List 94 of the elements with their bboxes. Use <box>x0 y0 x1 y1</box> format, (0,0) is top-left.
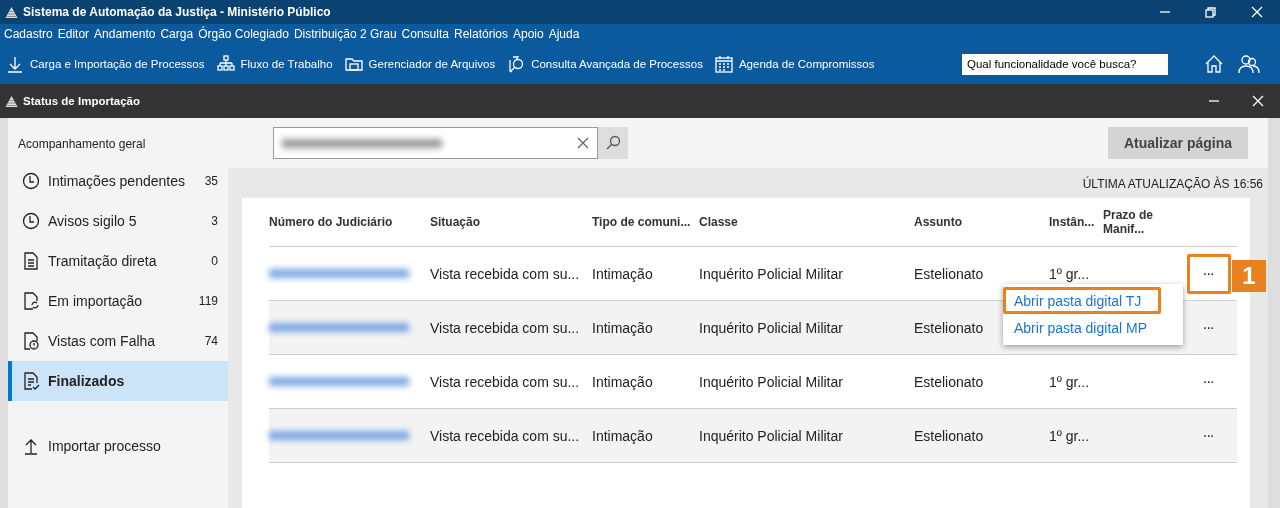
item-count: 0 <box>211 254 218 268</box>
table-cell: 1º gr... <box>1049 265 1090 282</box>
item-label: Vistas com Falha <box>48 333 156 349</box>
menu-item[interactable]: Andamento <box>94 27 161 41</box>
sidebar-item[interactable]: Tramitação direta 0 <box>8 241 228 281</box>
table-cell: Estelionato <box>914 373 984 390</box>
section-heading: Acompanhamento geral <box>17 136 147 153</box>
table-cell: Intimação <box>592 373 653 390</box>
window-title: Status de Importação <box>23 95 140 107</box>
toolbar-button[interactable]: Fluxo de Trabalho <box>216 55 339 73</box>
clock-icon <box>22 212 40 230</box>
window-title: Sistema de Automação da Justiça - Ministério Público <box>23 5 331 19</box>
menu-item[interactable]: Consulta <box>401 27 454 41</box>
clear-icon <box>577 137 589 149</box>
sidebar-item[interactable]: Em importação 119 <box>8 281 228 321</box>
column-header[interactable]: Tipo de comuni... <box>592 215 699 229</box>
more-button[interactable]: ··· <box>1187 361 1231 402</box>
menu-item[interactable]: Relatórios <box>453 27 513 41</box>
table-cell: Inquérito Policial Militar <box>699 319 843 336</box>
table-cell: Inquérito Policial Militar <box>699 373 843 390</box>
users-icon <box>1238 54 1260 74</box>
item-count: 35 <box>204 174 218 188</box>
import-button[interactable]: Importar processo <box>8 426 228 466</box>
folder-icon <box>344 55 363 73</box>
table-cell: Vista recebida com su... <box>430 373 580 390</box>
menu-item[interactable]: Abrir pasta digital TJ <box>1003 287 1161 314</box>
column-header[interactable]: Assunto <box>914 215 1049 229</box>
item-count: 3 <box>211 214 218 228</box>
table-cell: Inquérito Policial Militar <box>699 265 843 282</box>
restore-icon <box>1204 6 1218 18</box>
table-cell: Estelionato <box>914 427 984 444</box>
step-badge: 1 <box>1232 260 1266 292</box>
menu-item[interactable]: Cadastro <box>4 27 58 41</box>
pyramid-logo-icon <box>5 5 18 19</box>
table-cell: Intimação <box>592 265 653 282</box>
menu-item[interactable]: Editor <box>57 27 95 41</box>
column-header[interactable]: Instân... <box>1049 215 1103 229</box>
sidebar-item[interactable]: Finalizados <box>8 361 228 401</box>
refresh-button[interactable]: Atualizar página <box>1108 127 1248 159</box>
document-warning-icon <box>22 332 40 350</box>
search-button[interactable] <box>598 127 628 159</box>
column-header[interactable]: Prazo de Manif... <box>1103 208 1189 236</box>
menu-item[interactable]: Apoio <box>513 27 549 41</box>
item-count: 119 <box>198 294 218 308</box>
table-cell: Intimação <box>592 319 653 336</box>
last-update-label: ÚLTIMA ATUALIZAÇÃO ÀS 16:56 <box>1081 175 1264 193</box>
toolbar-button[interactable]: Consulta Avançada de Processos <box>507 55 709 73</box>
upload-icon <box>22 437 40 455</box>
search-icon <box>605 135 621 151</box>
table-cell: Estelionato <box>914 265 984 282</box>
document-check-icon <box>22 372 40 390</box>
search-field[interactable]: Qual funcionalidade você busca? <box>962 53 1168 75</box>
menu-item[interactable]: Órgão Colegiado <box>198 27 294 41</box>
home-icon <box>1204 54 1224 74</box>
table-cell: Vista recebida com su... <box>430 427 580 444</box>
menu-item[interactable]: Carga <box>160 27 199 41</box>
toolbar-button[interactable]: Agenda de Compromissos <box>714 55 881 73</box>
item-label: Intimações pendentes <box>48 173 185 189</box>
item-label: Tramitação direta <box>48 253 157 269</box>
more-button[interactable]: ··· <box>1187 307 1231 348</box>
clock-icon <box>22 172 40 190</box>
more-button[interactable]: ··· <box>1187 415 1231 456</box>
table-cell: Vista recebida com su... <box>430 319 580 336</box>
table-cell: Intimação <box>592 427 653 444</box>
download-icon <box>6 55 24 73</box>
table-cell: Vista recebida com su... <box>430 265 580 282</box>
menu-item[interactable]: Distribuição 2 Grau <box>293 27 402 41</box>
sidebar-item[interactable]: Vistas com Falha 74 <box>8 321 228 361</box>
toolbar-button[interactable]: Carga e Importação de Processos <box>6 55 211 73</box>
process-search-field[interactable] <box>273 127 598 159</box>
table-cell: 1º gr... <box>1049 427 1090 444</box>
table-cell: Inquérito Policial Militar <box>699 427 843 444</box>
item-label: Em importação <box>48 293 143 309</box>
column-header[interactable]: Classe <box>699 215 914 229</box>
more-button[interactable]: ··· <box>1187 253 1231 294</box>
item-label: Finalizados <box>48 373 125 389</box>
table-cell: 1º gr... <box>1049 373 1090 390</box>
column-header[interactable]: Número do Judiciário <box>269 215 430 229</box>
document-search-icon <box>507 55 526 73</box>
toolbar-button[interactable]: Gerenciador de Arquivos <box>344 55 502 73</box>
sidebar-item[interactable]: Intimações pendentes 35 <box>8 161 228 201</box>
calendar-icon <box>714 55 733 73</box>
hierarchy-icon <box>216 55 235 73</box>
menu-item[interactable]: Ajuda <box>548 27 585 41</box>
item-count: 74 <box>204 334 218 348</box>
table-cell: Estelionato <box>914 319 984 336</box>
close-icon <box>1250 6 1264 18</box>
column-header[interactable]: Situação <box>430 215 592 229</box>
sidebar-item[interactable]: Avisos sigilo 5 3 <box>8 201 228 241</box>
item-label: Avisos sigilo 5 <box>48 213 137 229</box>
document-icon <box>22 252 40 270</box>
pyramid-logo-icon <box>5 94 18 108</box>
close-icon <box>1251 95 1265 107</box>
document-refresh-icon <box>22 292 40 310</box>
